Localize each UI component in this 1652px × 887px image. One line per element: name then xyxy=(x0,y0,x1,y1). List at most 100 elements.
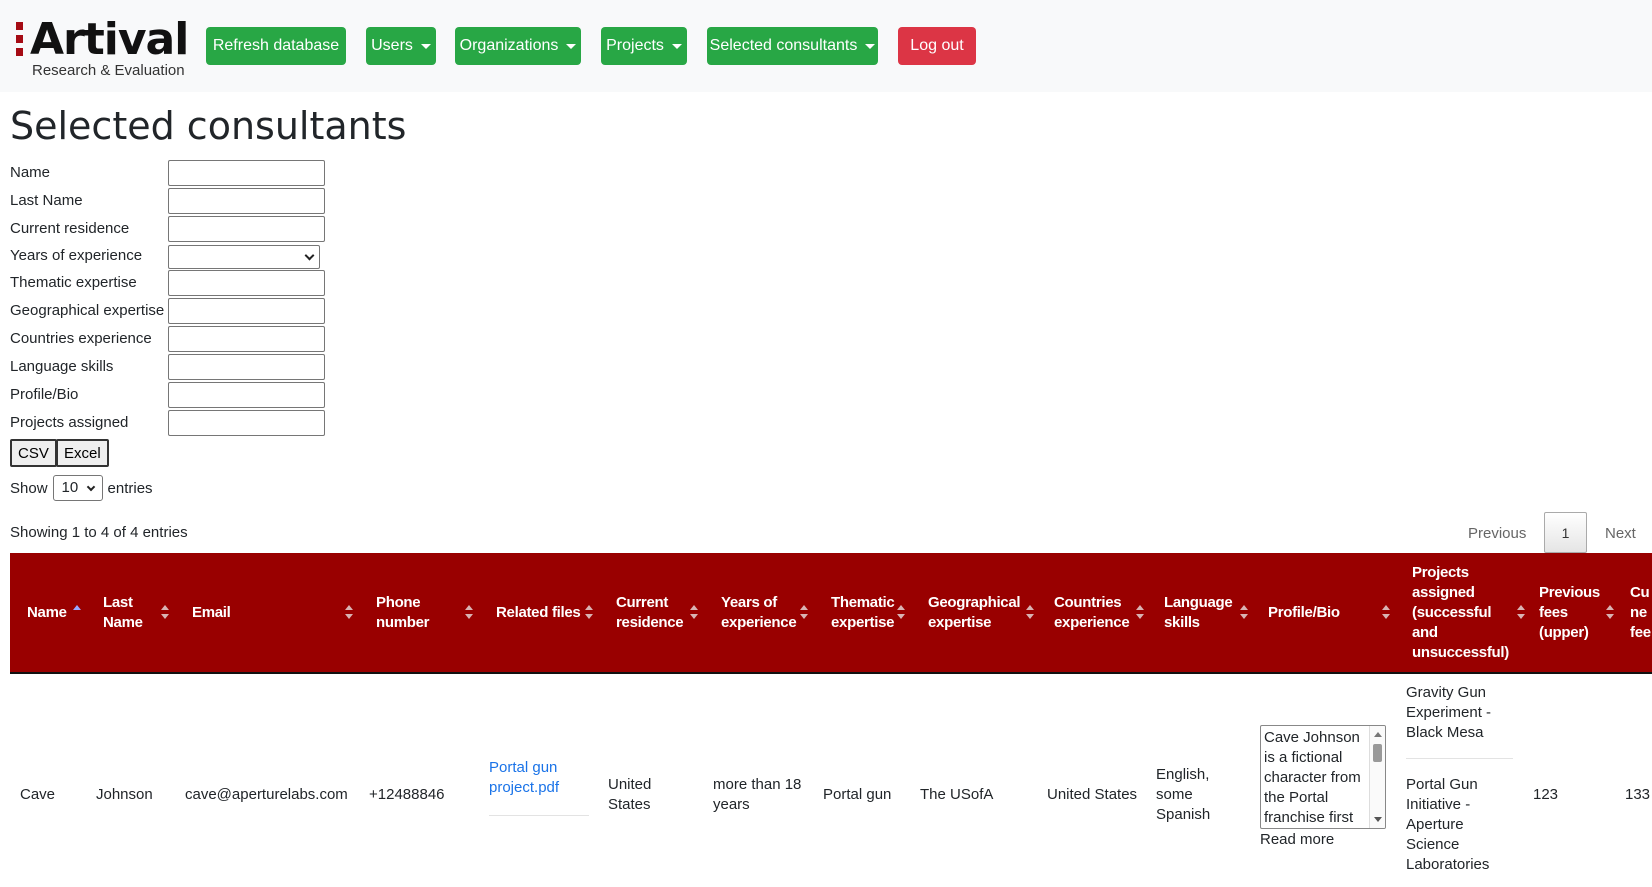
organizations-label: Organizations xyxy=(459,37,559,54)
cell-residence: United States xyxy=(608,775,651,815)
filter-projects-input[interactable] xyxy=(168,410,325,436)
projects-dropdown[interactable]: Projects xyxy=(601,27,687,65)
header-line: experience xyxy=(721,613,797,631)
header-line: Language xyxy=(1164,593,1233,611)
cell-line: States xyxy=(608,796,651,813)
cell-divider xyxy=(489,815,589,816)
projects-label: Projects xyxy=(606,37,664,54)
sort-icon xyxy=(465,605,473,621)
filter-name-input[interactable] xyxy=(168,160,325,186)
filter-years-label: Years of experience xyxy=(10,247,143,264)
filter-bio-label: Profile/Bio xyxy=(10,386,79,403)
filter-years-select[interactable] xyxy=(168,245,320,269)
excel-export-button[interactable]: Excel xyxy=(56,439,109,467)
header-line: Thematic xyxy=(831,593,895,611)
cell-line: Aperture xyxy=(1406,816,1464,833)
filter-residence-input[interactable] xyxy=(168,216,325,242)
col-header-years[interactable]: Years of experience xyxy=(721,553,811,672)
header-line: skills xyxy=(1164,613,1200,631)
sort-icon xyxy=(1517,605,1525,621)
col-header-phone[interactable]: Phone number xyxy=(376,553,456,672)
col-header-previous-fees[interactable]: Previous fees (upper) xyxy=(1539,553,1609,672)
pagination-next[interactable]: Next xyxy=(1605,512,1636,554)
col-header-bio[interactable]: Profile/Bio xyxy=(1268,553,1358,672)
col-header-current-fees-label: Cu ne fee xyxy=(1630,583,1651,643)
col-header-thematic-label: Thematic expertise xyxy=(831,593,895,633)
cell-current-fees: 133 xyxy=(1625,786,1651,803)
col-header-files-label: Related files xyxy=(496,603,581,621)
header-line: expertise xyxy=(831,613,895,631)
col-header-last-name[interactable]: Last Name xyxy=(103,553,163,672)
cell-thematic: Portal gun xyxy=(823,786,892,803)
col-header-projects[interactable]: Projects assigned (successful and unsuccessf… xyxy=(1412,553,1512,672)
col-header-last-name-label: Last Name xyxy=(103,593,143,633)
bio-textarea[interactable]: Cave Johnson is a fictional character fr… xyxy=(1260,725,1386,829)
filter-countries-label: Countries experience xyxy=(10,330,152,347)
selected-consultants-dropdown[interactable]: Selected consultants xyxy=(707,27,878,65)
col-header-residence[interactable]: Current residence xyxy=(616,553,696,672)
col-header-language[interactable]: Language skills xyxy=(1164,553,1244,672)
cell-geographical: The USofA xyxy=(920,786,994,803)
pagination-page-1[interactable]: 1 xyxy=(1544,512,1587,553)
logout-label: Log out xyxy=(910,37,964,54)
header-line: assigned xyxy=(1412,583,1475,601)
entries-length-value: 10 xyxy=(61,479,79,496)
header-line: Cu xyxy=(1630,583,1650,601)
filter-countries-input[interactable] xyxy=(168,326,325,352)
sort-ascending-icon xyxy=(73,605,81,621)
col-header-countries[interactable]: Countries experience xyxy=(1054,553,1144,672)
related-file-link[interactable]: Portal gun project.pdf xyxy=(489,758,559,798)
scroll-thumb[interactable] xyxy=(1373,744,1382,762)
col-header-files[interactable]: Related files xyxy=(496,553,596,672)
header-line: residence xyxy=(616,613,684,631)
refresh-database-button[interactable]: Refresh database xyxy=(206,27,346,65)
excel-label: Excel xyxy=(64,444,101,462)
filter-language-input[interactable] xyxy=(168,354,325,380)
col-header-current-fees[interactable]: Cu ne fee xyxy=(1630,553,1652,672)
selected-consultants-label: Selected consultants xyxy=(709,37,858,54)
sort-icon xyxy=(690,605,698,621)
cell-phone: +12488846 xyxy=(369,786,445,803)
filter-bio-input[interactable] xyxy=(168,382,325,408)
header-line: fees xyxy=(1539,603,1568,621)
header-line: Countries xyxy=(1054,593,1122,611)
col-header-language-label: Language skills xyxy=(1164,593,1233,633)
col-header-countries-label: Countries experience xyxy=(1054,593,1130,633)
col-header-bio-label: Profile/Bio xyxy=(1268,603,1340,621)
project-item: Gravity Gun Experiment - Black Mesa xyxy=(1406,683,1491,743)
pagination-previous[interactable]: Previous xyxy=(1468,512,1526,554)
filter-last-name-input[interactable] xyxy=(168,188,325,214)
page-title: Selected consultants xyxy=(10,104,407,148)
filter-geographical-input[interactable] xyxy=(168,298,325,324)
col-header-residence-label: Current residence xyxy=(616,593,684,633)
col-header-previous-fees-label: Previous fees (upper) xyxy=(1539,583,1600,643)
artival-logo[interactable]: Artival Research & Evaluation xyxy=(14,14,189,79)
sort-icon xyxy=(1240,605,1248,621)
chevron-down-icon xyxy=(86,482,95,492)
caret-down-icon xyxy=(420,43,431,49)
cell-line: Science xyxy=(1406,836,1460,853)
show-label: Show xyxy=(10,479,48,497)
col-header-geographical[interactable]: Geographical expertise xyxy=(928,553,1028,672)
logout-button[interactable]: Log out xyxy=(898,27,976,65)
col-header-email-label: Email xyxy=(192,603,231,621)
header-line: Years of xyxy=(721,593,777,611)
read-more-link[interactable]: Read more xyxy=(1260,830,1334,850)
filter-language-label: Language skills xyxy=(10,358,114,375)
cell-divider xyxy=(1406,758,1513,759)
csv-export-button[interactable]: CSV xyxy=(10,439,57,467)
logo-wordmark: Artival xyxy=(30,14,189,65)
caret-down-icon xyxy=(566,43,577,49)
col-header-email[interactable]: Email xyxy=(192,553,292,672)
filter-thematic-input[interactable] xyxy=(168,270,325,296)
filter-projects-label: Projects assigned xyxy=(10,414,129,431)
header-line: and xyxy=(1412,623,1438,641)
bio-scrollbar[interactable] xyxy=(1369,726,1385,828)
cell-line: Gravity Gun xyxy=(1406,684,1487,701)
entries-length-select[interactable]: 10 xyxy=(52,475,103,501)
users-dropdown[interactable]: Users xyxy=(366,27,436,65)
cell-line: Laboratories xyxy=(1406,856,1490,873)
organizations-dropdown[interactable]: Organizations xyxy=(455,27,581,65)
col-header-projects-label: Projects assigned (successful and unsuccessf… xyxy=(1412,563,1509,663)
cell-years: more than 18 years xyxy=(713,775,801,815)
